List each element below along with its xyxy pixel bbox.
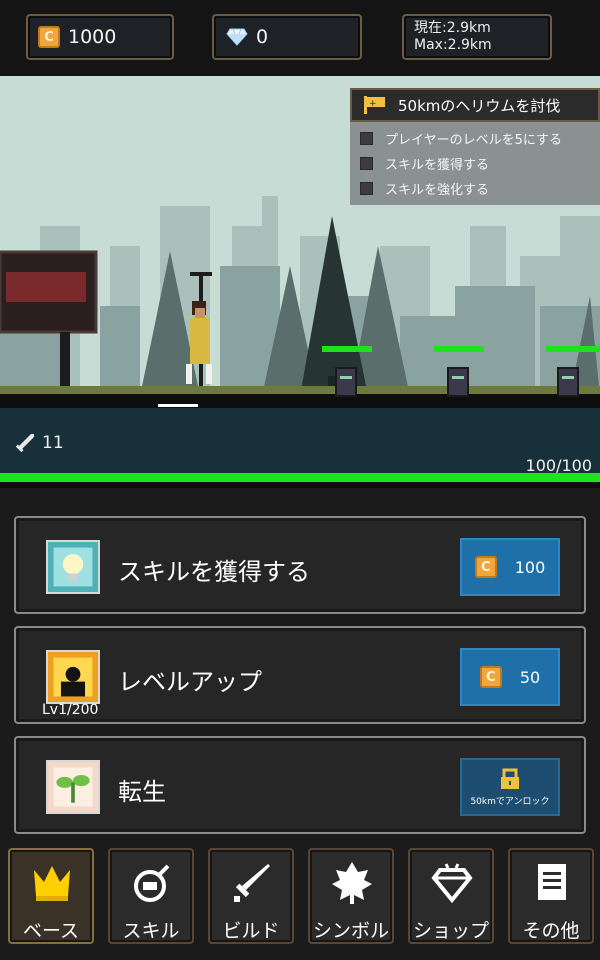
action-panel: スキルを獲得する C 100 Lv1/200 レベルアップ C 50 転生 50… [0,488,600,840]
lock-icon [501,768,519,789]
resource-bar: C 1000 0 現在:2.9km Max:2.9km [0,0,600,76]
checkbox-icon [360,182,373,195]
checkbox-icon [360,157,373,170]
coin-amount: 1000 [68,26,117,48]
quest-task: スキルを強化する [360,176,600,201]
flag-icon: + [364,96,385,114]
max-distance: Max:2.9km [414,37,492,53]
tab-label: ベース [22,920,80,942]
diamond-icon [226,28,248,46]
level-up-buy-button[interactable]: C 50 [460,648,560,706]
quest-panel[interactable]: + 50kmのヘリウムを討伐 プレイヤーのレベルを5にする スキルを獲得する ス… [350,88,600,205]
coin-icon: C [38,26,60,48]
coin-icon: C [479,666,502,688]
leaf-icon [332,862,372,904]
scroll-icon [538,864,566,900]
acquire-skill-price: 100 [514,557,546,577]
acquire-skill-label: スキルを獲得する [118,558,310,586]
sprout-icon [46,760,100,814]
coin-icon: C [474,556,497,578]
tab-label: ビルド [222,920,280,942]
bottom-nav: ベース スキル ビルド シンボル ショップ その他 [0,840,600,960]
level-up-label: レベルアップ [118,668,262,696]
sword-icon [234,864,270,902]
quest-header[interactable]: + 50kmのヘリウムを討伐 [350,88,600,122]
game-scene: + 50kmのヘリウムを討伐 プレイヤーのレベルを5にする スキルを獲得する ス… [0,76,600,488]
distance-panel: 現在:2.9km Max:2.9km [402,14,552,60]
tab-label: ショップ [412,920,489,942]
tab-build[interactable]: ビルド [208,848,294,944]
current-distance: 現在:2.9km [414,20,491,36]
tab-skill[interactable]: スキル [108,848,194,944]
acquire-skill-card: スキルを獲得する C 100 [14,516,586,614]
tab-label: スキル [122,920,180,942]
character-silhouette-icon [46,650,100,704]
tab-other[interactable]: その他 [508,848,594,944]
attack-value: 11 [42,433,64,453]
svg-text:+: + [369,99,377,109]
quest-task-text: プレイヤーのレベルを5にする [385,133,563,148]
tab-label: シンボル [312,920,389,942]
level-indicator: Lv1/200 [42,702,99,718]
quest-task-text: スキルを獲得する [385,158,490,173]
gem-counter: 0 [212,14,362,60]
hp-bar [0,473,600,482]
rebirth-card: 転生 50kmでアンロック [14,736,586,834]
tab-base[interactable]: ベース [8,848,94,944]
tab-shop[interactable]: ショップ [408,848,494,944]
tab-label: その他 [522,920,580,942]
unlock-requirement: 50kmでアンロック [470,796,550,807]
quest-title: 50kmのヘリウムを討伐 [398,96,561,115]
quest-task-text: スキルを強化する [385,183,490,198]
quest-task: スキルを獲得する [360,151,600,176]
sword-icon [15,434,34,453]
quest-task-list: プレイヤーのレベルを5にする スキルを獲得する スキルを強化する [350,122,600,205]
lightbulb-icon [46,540,100,594]
diamond-icon [431,863,473,904]
level-up-card: Lv1/200 レベルアップ C 50 [14,626,586,724]
bomb-icon [134,864,170,902]
checkbox-icon [360,132,373,145]
rebirth-label: 転生 [118,778,166,806]
rebirth-locked-button[interactable]: 50kmでアンロック [460,758,560,816]
crown-icon [34,866,70,901]
attack-stat: 11 [14,432,64,454]
gem-amount: 0 [256,26,269,48]
acquire-skill-buy-button[interactable]: C 100 [460,538,560,596]
level-up-price: 50 [519,667,541,687]
coin-counter: C 1000 [26,14,174,60]
tab-symbol[interactable]: シンボル [308,848,394,944]
quest-task: プレイヤーのレベルを5にする [360,126,600,151]
